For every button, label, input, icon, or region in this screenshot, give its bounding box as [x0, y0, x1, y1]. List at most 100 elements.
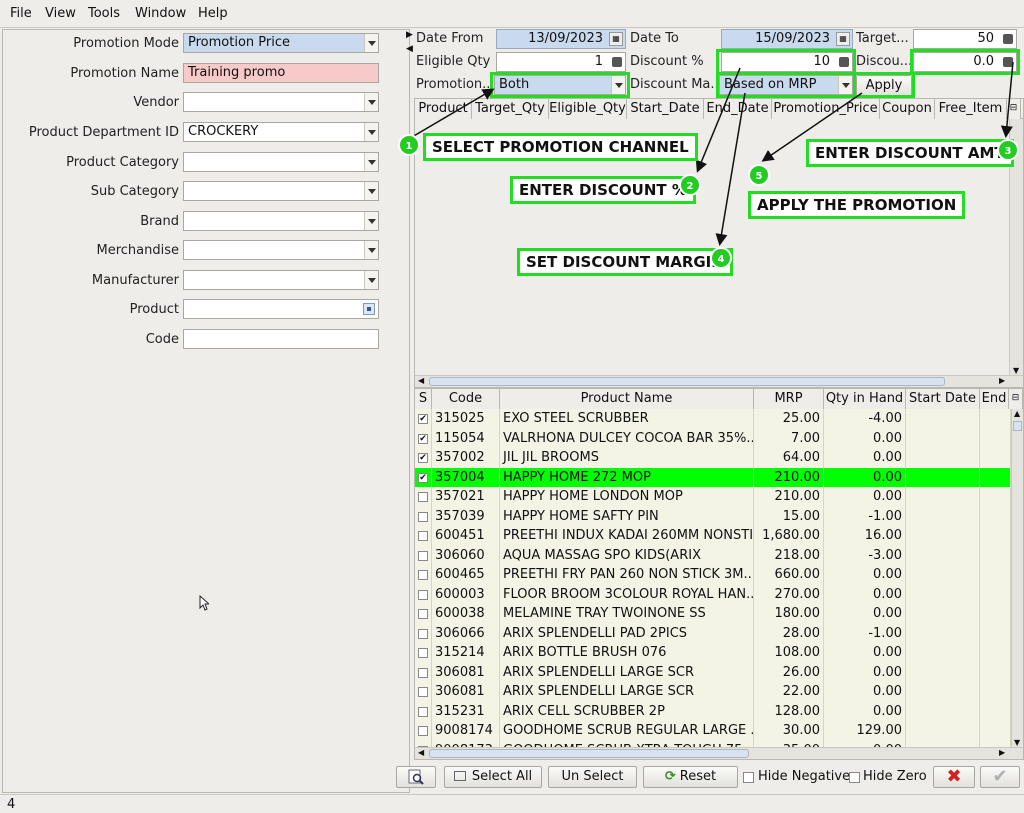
select-all-button[interactable]: Select All [444, 766, 542, 788]
row-checkbox[interactable] [418, 511, 428, 522]
qty-cell: 0.00 [824, 662, 906, 682]
empty-cell [980, 506, 1011, 526]
table-row[interactable]: 306081 ARIX SPLENDELLI LARGE SCR 26.00 0.00 [415, 662, 1011, 682]
mrp-cell: 64.00 [754, 448, 824, 468]
qty-cell: 0.00 [824, 604, 906, 624]
cancel-button[interactable]: ✖ [933, 766, 975, 788]
empty-cell [906, 467, 980, 487]
mrp-cell: 30.00 [754, 721, 824, 741]
row-checkbox[interactable] [418, 726, 428, 736]
empty-cell [906, 701, 980, 721]
name-cell: JIL JIL BROOMS [500, 448, 754, 468]
row-checkbox[interactable] [418, 667, 428, 678]
row-checkbox[interactable]: ✔ [418, 414, 428, 424]
name-cell: ARIX SPLENDELLI LARGE SCR [500, 662, 754, 682]
product-vertical-scrollbar[interactable]: ▲ ▼ [1011, 409, 1023, 747]
table-row[interactable]: 9008174 GOODHOME SCRUB REGULAR LARGE ... 3… [415, 721, 1011, 741]
unselect-button[interactable]: Un Select [548, 766, 637, 788]
col-product-name[interactable]: Product Name [500, 389, 754, 409]
table-row[interactable]: 600451 PREETHI INDUX KADAI 260MM NONSTI..… [415, 526, 1011, 546]
table-row[interactable]: 600003 FLOOR BROOM 3COLOUR ROYAL HAN... 27… [415, 584, 1011, 604]
select-cell [415, 565, 432, 585]
table-row[interactable]: ✔ 357002 JIL JIL BROOMS 64.00 0.00 [415, 448, 1011, 468]
mrp-cell: 270.00 [754, 584, 824, 604]
table-row[interactable]: 306081 ARIX SPLENDELLI LARGE SCR 22.00 0.00 [415, 682, 1011, 702]
empty-cell [980, 623, 1011, 643]
hide-negative-checkbox[interactable] [743, 772, 754, 783]
row-checkbox[interactable] [418, 706, 428, 717]
row-checkbox[interactable] [418, 550, 428, 561]
select-cell [415, 643, 432, 663]
code-cell: 357002 [432, 448, 500, 468]
table-row[interactable]: 315214 ARIX BOTTLE BRUSH 076 108.00 0.00 [415, 643, 1011, 663]
qty-cell: -1.00 [824, 623, 906, 643]
status-text: 4 [7, 797, 16, 812]
product-horizontal-scrollbar[interactable]: ◀ ▶ [415, 747, 1023, 759]
qty-cell: -1.00 [824, 506, 906, 526]
empty-cell [906, 565, 980, 585]
row-checkbox[interactable]: ✔ [418, 472, 428, 483]
empty-cell [980, 409, 1011, 429]
empty-cell [980, 701, 1011, 721]
name-cell: HAPPY HOME LONDON MOP [500, 487, 754, 507]
search-button[interactable] [396, 766, 436, 788]
code-cell: 306081 [432, 682, 500, 702]
column-chooser-icon[interactable]: ⊟ [1009, 389, 1023, 409]
table-row[interactable]: 357021 HAPPY HOME LONDON MOP 210.00 0.00 [415, 487, 1011, 507]
mrp-cell: 7.00 [754, 428, 824, 448]
code-cell: 315231 [432, 701, 500, 721]
col-end[interactable]: End [980, 389, 1009, 409]
row-checkbox[interactable] [418, 492, 428, 502]
col-mrp[interactable]: MRP [754, 389, 824, 409]
scroll-thumb[interactable] [429, 749, 749, 758]
row-checkbox[interactable] [418, 628, 428, 639]
reset-button[interactable]: ⟳ Reset [643, 766, 738, 788]
empty-cell [980, 467, 1011, 487]
table-row[interactable]: 600465 PREETHI FRY PAN 260 NON STICK 3M..… [415, 565, 1011, 585]
row-checkbox[interactable] [418, 648, 428, 658]
callout-discount-amt: ENTER DISCOUNT AMT [806, 139, 1014, 167]
name-cell: HAPPY HOME SAFTY PIN [500, 506, 754, 526]
row-checkbox[interactable] [418, 589, 428, 600]
select-cell [415, 506, 432, 526]
select-cell [415, 662, 432, 682]
col-select[interactable]: S [415, 389, 432, 409]
code-cell: 357039 [432, 506, 500, 526]
empty-cell [980, 565, 1011, 585]
row-checkbox[interactable] [418, 609, 428, 619]
row-checkbox[interactable] [418, 687, 428, 697]
table-row[interactable]: 315231 ARIX CELL SCRUBBER 2P 128.00 0.00 [415, 701, 1011, 721]
qty-cell: 0.00 [824, 428, 906, 448]
table-row[interactable]: 357039 HAPPY HOME SAFTY PIN 15.00 -1.00 [415, 506, 1011, 526]
col-qty-in-hand[interactable]: Qty in Hand [824, 389, 906, 409]
product-grid[interactable]: S Code Product Name MRP Qty in Hand Star… [414, 388, 1024, 760]
cancel-icon: ✖ [946, 766, 962, 787]
row-checkbox[interactable]: ✔ [418, 433, 428, 444]
empty-cell [906, 623, 980, 643]
code-cell: 600038 [432, 604, 500, 624]
table-row[interactable]: 306066 ARIX SPLENDELLI PAD 2PICS 28.00 -1.0… [415, 623, 1011, 643]
reset-label: Reset [679, 769, 717, 784]
step-badge-1: 1 [398, 134, 420, 156]
table-row[interactable]: ✔ 115054 VALRHONA DULCEY COCOA BAR 35%... 7… [415, 428, 1011, 448]
col-start-date[interactable]: Start Date [906, 389, 980, 409]
table-row[interactable]: ✔ 357004 HAPPY HOME 272 MOP 210.00 0.00 [415, 467, 1011, 487]
name-cell: GOODHOME SCRUB REGULAR LARGE ... [500, 721, 754, 741]
table-row[interactable]: 600038 MELAMINE TRAY TWOINONE SS 180.00 0.0… [415, 604, 1011, 624]
table-row[interactable]: ✔ 315025 EXO STEEL SCRUBBER 25.00 -4.00 [415, 409, 1011, 429]
name-cell: ARIX SPLENDELLI PAD 2PICS [500, 623, 754, 643]
qty-cell: 0.00 [824, 584, 906, 604]
select-cell [415, 584, 432, 604]
empty-cell [980, 721, 1011, 741]
table-row[interactable]: 306060 AQUA MASSAG SPO KIDS(ARIX 218.00 -3.… [415, 545, 1011, 565]
scroll-thumb[interactable] [1013, 421, 1022, 431]
name-cell: MELAMINE TRAY TWOINONE SS [500, 604, 754, 624]
col-code[interactable]: Code [432, 389, 500, 409]
confirm-icon: ✔ [992, 766, 1008, 787]
row-checkbox[interactable] [418, 570, 428, 580]
row-checkbox[interactable]: ✔ [418, 453, 428, 463]
qty-cell: 0.00 [824, 565, 906, 585]
confirm-button[interactable]: ✔ [980, 766, 1020, 788]
row-checkbox[interactable] [418, 531, 428, 541]
hide-zero-checkbox[interactable] [849, 772, 860, 783]
